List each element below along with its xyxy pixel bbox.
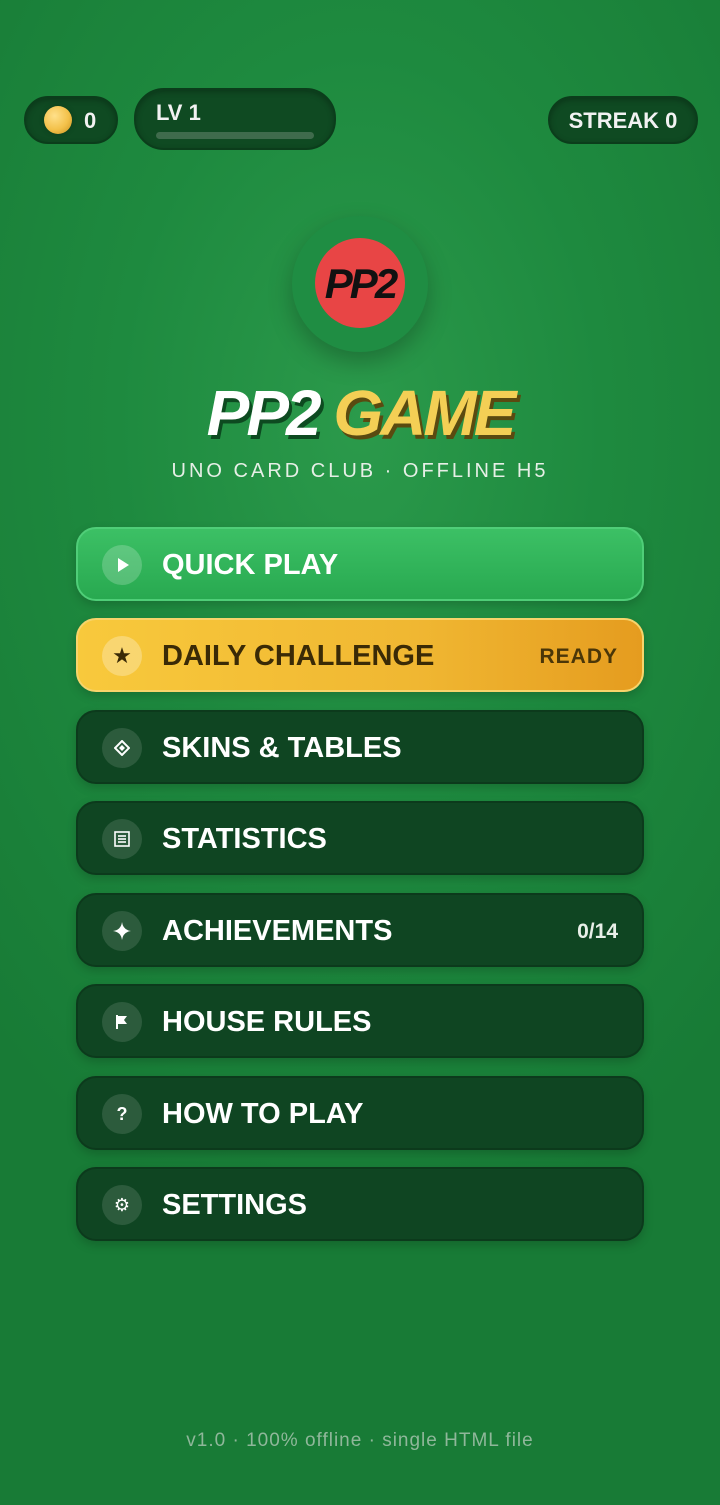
- achievements-button[interactable]: ACHIEVEMENTS 0/14: [76, 893, 644, 967]
- statistics-button[interactable]: STATISTICS: [76, 801, 644, 875]
- game-title-part2: GAME: [333, 377, 516, 449]
- coins-pill: 0: [24, 96, 118, 144]
- coins-count: 0: [84, 108, 97, 133]
- game-subtitle: UNO CARD CLUB · OFFLINE H5: [171, 460, 549, 482]
- xp-progress-bar: [156, 132, 314, 139]
- menu-item-label: ACHIEVEMENTS: [162, 915, 393, 947]
- game-title-part1: PP2: [206, 377, 322, 449]
- menu-item-label: HOW TO PLAY: [162, 1098, 364, 1130]
- version-footer: v1.0 · 100% offline · single HTML file: [186, 1430, 534, 1451]
- question-icon: ?: [102, 1094, 142, 1134]
- menu-item-label: SETTINGS: [162, 1189, 308, 1221]
- menu-item-label: STATISTICS: [162, 823, 327, 855]
- daily-challenge-status: READY: [539, 645, 618, 668]
- streak-label: STREAK 0: [568, 108, 678, 133]
- settings-button[interactable]: ⚙ SETTINGS: [76, 1167, 644, 1241]
- diamond-icon: [102, 728, 142, 768]
- gear-icon: ⚙: [102, 1185, 142, 1225]
- level-label: LV 1: [156, 100, 201, 125]
- menu-item-label: HOUSE RULES: [162, 1006, 372, 1038]
- quick-play-button[interactable]: QUICK PLAY: [76, 527, 644, 601]
- game-logo: PP2: [292, 216, 428, 352]
- top-bar: 0 LV 1 STREAK 0: [0, 0, 720, 160]
- list-icon: [102, 819, 142, 859]
- skins-tables-button[interactable]: SKINS & TABLES: [76, 710, 644, 784]
- menu-item-label: QUICK PLAY: [162, 549, 339, 581]
- flag-icon: [102, 1002, 142, 1042]
- logo-badge: PP2: [315, 238, 405, 328]
- streak-pill: STREAK 0: [548, 96, 698, 144]
- menu-item-label: DAILY CHALLENGE: [162, 640, 435, 672]
- daily-challenge-button[interactable]: ★ DAILY CHALLENGE READY: [76, 618, 644, 692]
- house-rules-button[interactable]: HOUSE RULES: [76, 984, 644, 1058]
- coin-icon: [44, 106, 72, 134]
- logo-badge-text: PP2: [324, 260, 398, 307]
- menu-item-label: SKINS & TABLES: [162, 732, 402, 764]
- play-icon: [102, 545, 142, 585]
- how-to-play-button[interactable]: ? HOW TO PLAY: [76, 1076, 644, 1150]
- sparkle-icon: [102, 911, 142, 951]
- achievements-count: 0/14: [577, 920, 618, 943]
- star-icon: ★: [102, 636, 142, 676]
- game-title: PP2 GAME: [0, 376, 720, 450]
- level-pill: LV 1: [134, 88, 336, 150]
